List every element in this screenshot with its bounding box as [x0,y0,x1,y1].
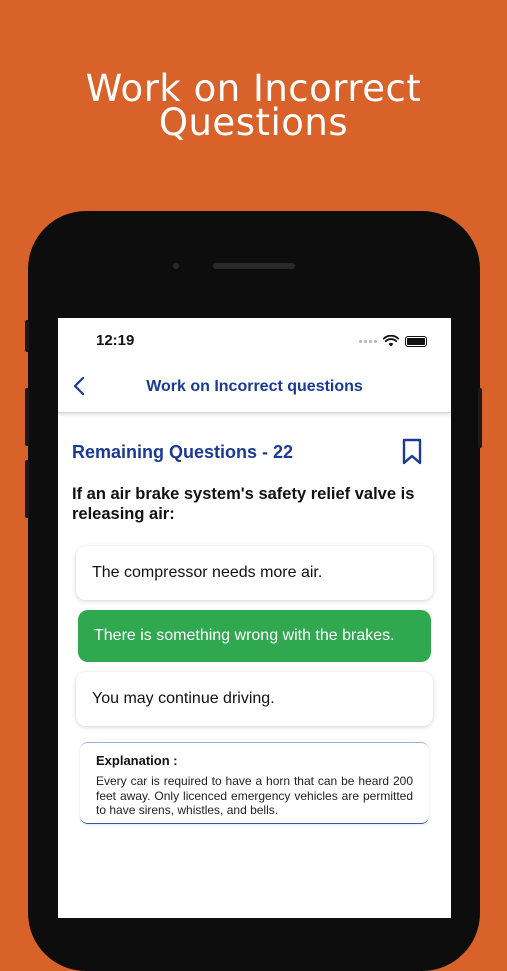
status-time: 12:19 [96,332,135,349]
explanation-label: Explanation : [96,753,178,768]
battery-icon [405,335,427,347]
remaining-questions-label: Remaining Questions - 22 [72,442,294,462]
earpiece-speaker [213,263,295,269]
answer-option-label: There is something wrong with the brakes… [94,627,395,644]
phone-side-button-left-2 [25,388,29,446]
answer-option-label: You may continue driving. [92,690,275,707]
phone-side-button-right [478,388,482,448]
answer-option-1[interactable]: The compressor needs more air. [76,546,433,600]
answer-option-3[interactable]: You may continue driving. [76,672,433,726]
nav-title: Work on Incorrect questions [146,378,363,395]
front-camera [173,263,179,269]
phone-side-button-left-3 [25,460,29,518]
question-text: If an air brake system's safety relief v… [72,485,415,523]
status-icons [359,334,427,348]
bookmark-icon[interactable] [400,438,424,466]
phone-side-button-left-1 [25,320,29,352]
promo-title: Work on Incorrect Questions [0,70,507,144]
status-bar: 12:19 [58,318,451,362]
wifi-icon [383,335,399,347]
promo-title-line2: Questions [158,101,349,144]
explanation-box: Explanation : Every car is required to h… [80,742,429,824]
answer-option-label: The compressor needs more air. [92,564,323,581]
signal-dots-icon [359,339,377,343]
navigation-bar: Work on Incorrect questions [58,362,451,413]
app-screen: 12:19 Work on Incorrect questions Remain… [58,318,451,918]
explanation-text: Every car is required to have a horn tha… [96,774,413,817]
answer-option-2-correct[interactable]: There is something wrong with the brakes… [78,610,431,662]
